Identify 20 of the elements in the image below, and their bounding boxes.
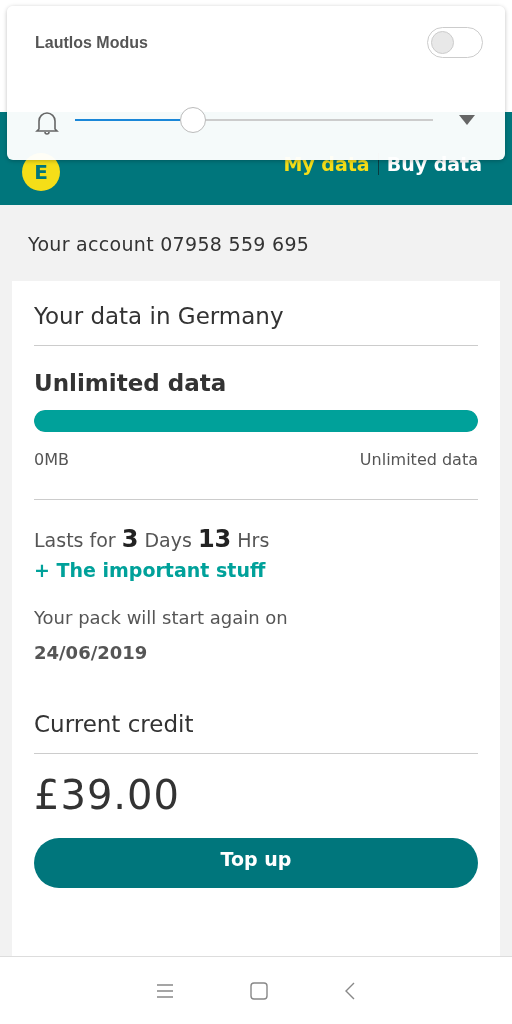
restart-date: 24/06/2019 [34,641,149,663]
back-icon[interactable] [344,981,356,1000]
top-up-button[interactable]: Top up [34,838,478,888]
plan-name: Unlimited data [34,369,228,398]
menu-icon[interactable] [156,982,174,999]
time-remaining: Lasts for 3 Days 13 Hrs [34,524,271,553]
credit-amount: £39.00 [34,771,181,820]
bell-icon [35,110,59,136]
panel-title: Lautlos Modus [35,34,148,52]
min-label: 0MB [34,450,69,469]
silent-toggle[interactable] [427,27,483,58]
credit-title: Current credit [34,663,478,754]
expand-link[interactable]: + The important stuff [34,553,266,581]
account-number: Your account 07958 559 695 [27,232,311,257]
volume-thumb[interactable] [180,107,207,133]
home-icon[interactable] [250,981,268,1000]
restart-text: Your pack will start again on [34,606,289,628]
dropdown-icon[interactable] [459,115,475,125]
card-title: Your data in Germany [34,281,478,346]
max-label: Unlimited data [359,450,478,469]
